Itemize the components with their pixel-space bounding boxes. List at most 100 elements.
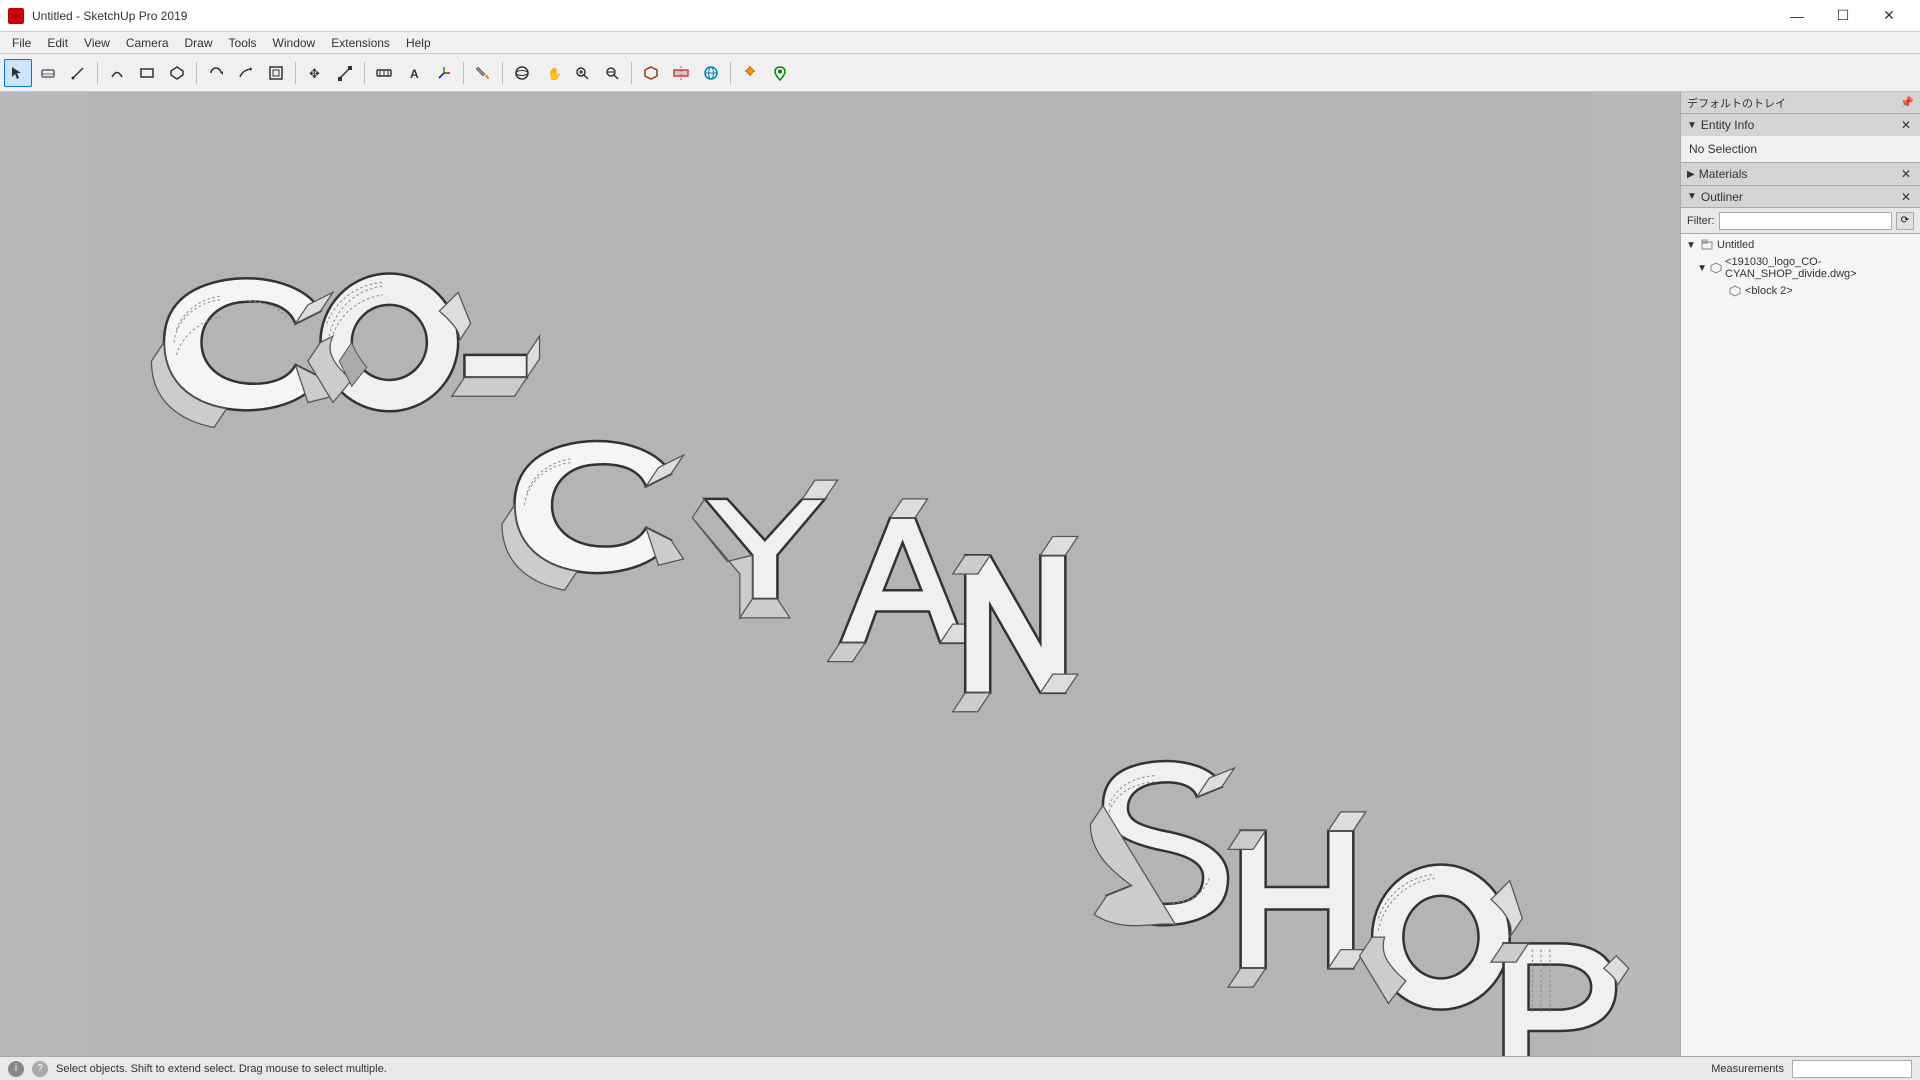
title-bar: Untitled - SketchUp Pro 2019 — ☐ ✕ (0, 0, 1920, 32)
menu-extensions[interactable]: Extensions (323, 34, 398, 52)
outliner-expand-untitled[interactable]: ▼ (1685, 239, 1697, 251)
entity-no-selection: No Selection (1689, 142, 1757, 156)
tool-arc[interactable] (103, 59, 131, 87)
entity-info-section: ▼ Entity Info ✕ No Selection (1681, 114, 1920, 163)
outliner-filter-refresh-btn[interactable]: ⟳ (1896, 212, 1914, 230)
tool-components[interactable] (637, 59, 665, 87)
separator-1 (97, 62, 98, 84)
entity-info-close-btn[interactable]: ✕ (1898, 118, 1914, 132)
tool-select[interactable] (4, 59, 32, 87)
svg-text:✥: ✥ (309, 66, 320, 81)
tool-orbit[interactable] (508, 59, 536, 87)
close-button[interactable]: ✕ (1866, 0, 1912, 32)
svg-text:✋: ✋ (547, 67, 560, 81)
separator-2 (196, 62, 197, 84)
title-bar-controls: — ☐ ✕ (1774, 0, 1912, 32)
entity-info-header[interactable]: ▼ Entity Info ✕ (1681, 114, 1920, 136)
3d-text-canvas (0, 92, 1680, 1056)
outliner-section: ▼ Outliner ✕ Filter: ⟳ ▼ Untitled (1681, 186, 1920, 1056)
app-icon (8, 8, 24, 24)
materials-section: ▶ Materials ✕ (1681, 163, 1920, 186)
outliner-title: Outliner (1701, 190, 1743, 204)
tool-tape[interactable] (370, 59, 398, 87)
svg-text:A: A (410, 67, 419, 81)
tool-pan[interactable]: ✋ (538, 59, 566, 87)
menu-tools[interactable]: Tools (221, 34, 265, 52)
measurements-input[interactable] (1792, 1060, 1912, 1078)
tool-zoom[interactable] (568, 59, 596, 87)
outliner-component-icon-1 (1710, 261, 1722, 275)
tool-pencil[interactable] (64, 59, 92, 87)
separator-6 (502, 62, 503, 84)
outliner-model-icon (1700, 238, 1714, 252)
separator-5 (463, 62, 464, 84)
info-icon[interactable]: i (8, 1061, 24, 1077)
tool-shadow[interactable] (736, 59, 764, 87)
tray-label: デフォルトのトレイ (1687, 95, 1786, 111)
tool-geo-location[interactable] (766, 59, 794, 87)
outliner-item-component1[interactable]: ▼ <191030_logo_CO-CYAN_SHOP_divide.dwg> (1681, 254, 1920, 282)
tool-sectionplane[interactable] (667, 59, 695, 87)
materials-header[interactable]: ▶ Materials ✕ (1681, 163, 1920, 185)
separator-7 (631, 62, 632, 84)
menu-draw[interactable]: Draw (177, 34, 221, 52)
menu-window[interactable]: Window (265, 34, 324, 52)
materials-title: Materials (1699, 167, 1748, 181)
title-bar-left: Untitled - SketchUp Pro 2019 (8, 8, 187, 24)
outliner-header[interactable]: ▼ Outliner ✕ (1681, 186, 1920, 208)
tool-eraser[interactable] (34, 59, 62, 87)
menu-view[interactable]: View (76, 34, 118, 52)
outliner-expand-comp1[interactable]: ▼ (1697, 262, 1707, 274)
tray-pin-icon[interactable]: 📌 (1900, 96, 1914, 109)
tool-paint[interactable] (469, 59, 497, 87)
viewport[interactable] (0, 92, 1680, 1056)
menu-camera[interactable]: Camera (118, 34, 177, 52)
minimize-button[interactable]: — (1774, 0, 1820, 32)
tool-move[interactable]: ✥ (301, 59, 329, 87)
outliner-item-untitled[interactable]: ▼ Untitled (1681, 236, 1920, 254)
toolbar: ✥ A ✋ (0, 54, 1920, 92)
materials-arrow: ▶ (1687, 169, 1695, 180)
menu-edit[interactable]: Edit (39, 34, 76, 52)
tool-text[interactable]: A (400, 59, 428, 87)
maximize-button[interactable]: ☐ (1820, 0, 1866, 32)
tool-axes[interactable] (430, 59, 458, 87)
tool-rectangle[interactable] (133, 59, 161, 87)
separator-4 (364, 62, 365, 84)
menu-file[interactable]: File (4, 34, 39, 52)
outliner-label-block2: <block 2> (1745, 285, 1793, 297)
menu-bar: File Edit View Camera Draw Tools Window … (0, 32, 1920, 54)
outliner-component-icon-2 (1728, 284, 1742, 298)
tray-header: デフォルトのトレイ 📌 (1681, 92, 1920, 114)
entity-info-arrow: ▼ (1687, 120, 1697, 131)
materials-close-btn[interactable]: ✕ (1898, 167, 1914, 181)
outliner-filter-row: Filter: ⟳ (1681, 208, 1920, 234)
outliner-content: ▼ Untitled ▼ <191030_logo_CO-CYAN_SHOP_d… (1681, 234, 1920, 1056)
entity-info-content: No Selection (1681, 136, 1920, 162)
outliner-item-block2[interactable]: <block 2> (1681, 282, 1920, 300)
tool-zoomextents[interactable] (598, 59, 626, 87)
measurements-label: Measurements (1711, 1063, 1784, 1075)
tool-pushpull[interactable] (163, 59, 191, 87)
outliner-arrow: ▼ (1687, 191, 1697, 202)
outliner-close-btn[interactable]: ✕ (1898, 190, 1914, 204)
separator-8 (730, 62, 731, 84)
outliner-filter-input[interactable] (1719, 212, 1893, 230)
window-title: Untitled - SketchUp Pro 2019 (32, 9, 187, 23)
tool-followme[interactable] (232, 59, 260, 87)
tool-rotate[interactable] (202, 59, 230, 87)
tool-geo[interactable] (697, 59, 725, 87)
right-panel: デフォルトのトレイ 📌 ▼ Entity Info ✕ No Selection… (1680, 92, 1920, 1056)
menu-help[interactable]: Help (398, 34, 439, 52)
help-icon[interactable]: ? (32, 1061, 48, 1077)
status-text: Select objects. Shift to extend select. … (56, 1063, 1703, 1075)
outliner-label-comp1: <191030_logo_CO-CYAN_SHOP_divide.dwg> (1725, 256, 1916, 280)
separator-3 (295, 62, 296, 84)
outliner-label-untitled: Untitled (1717, 239, 1754, 251)
main-area: デフォルトのトレイ 📌 ▼ Entity Info ✕ No Selection… (0, 92, 1920, 1056)
tool-scale[interactable] (331, 59, 359, 87)
status-bar: i ? Select objects. Shift to extend sele… (0, 1056, 1920, 1080)
outliner-filter-label: Filter: (1687, 215, 1715, 227)
tool-offset[interactable] (262, 59, 290, 87)
outliner-expand-block2[interactable] (1713, 285, 1725, 297)
